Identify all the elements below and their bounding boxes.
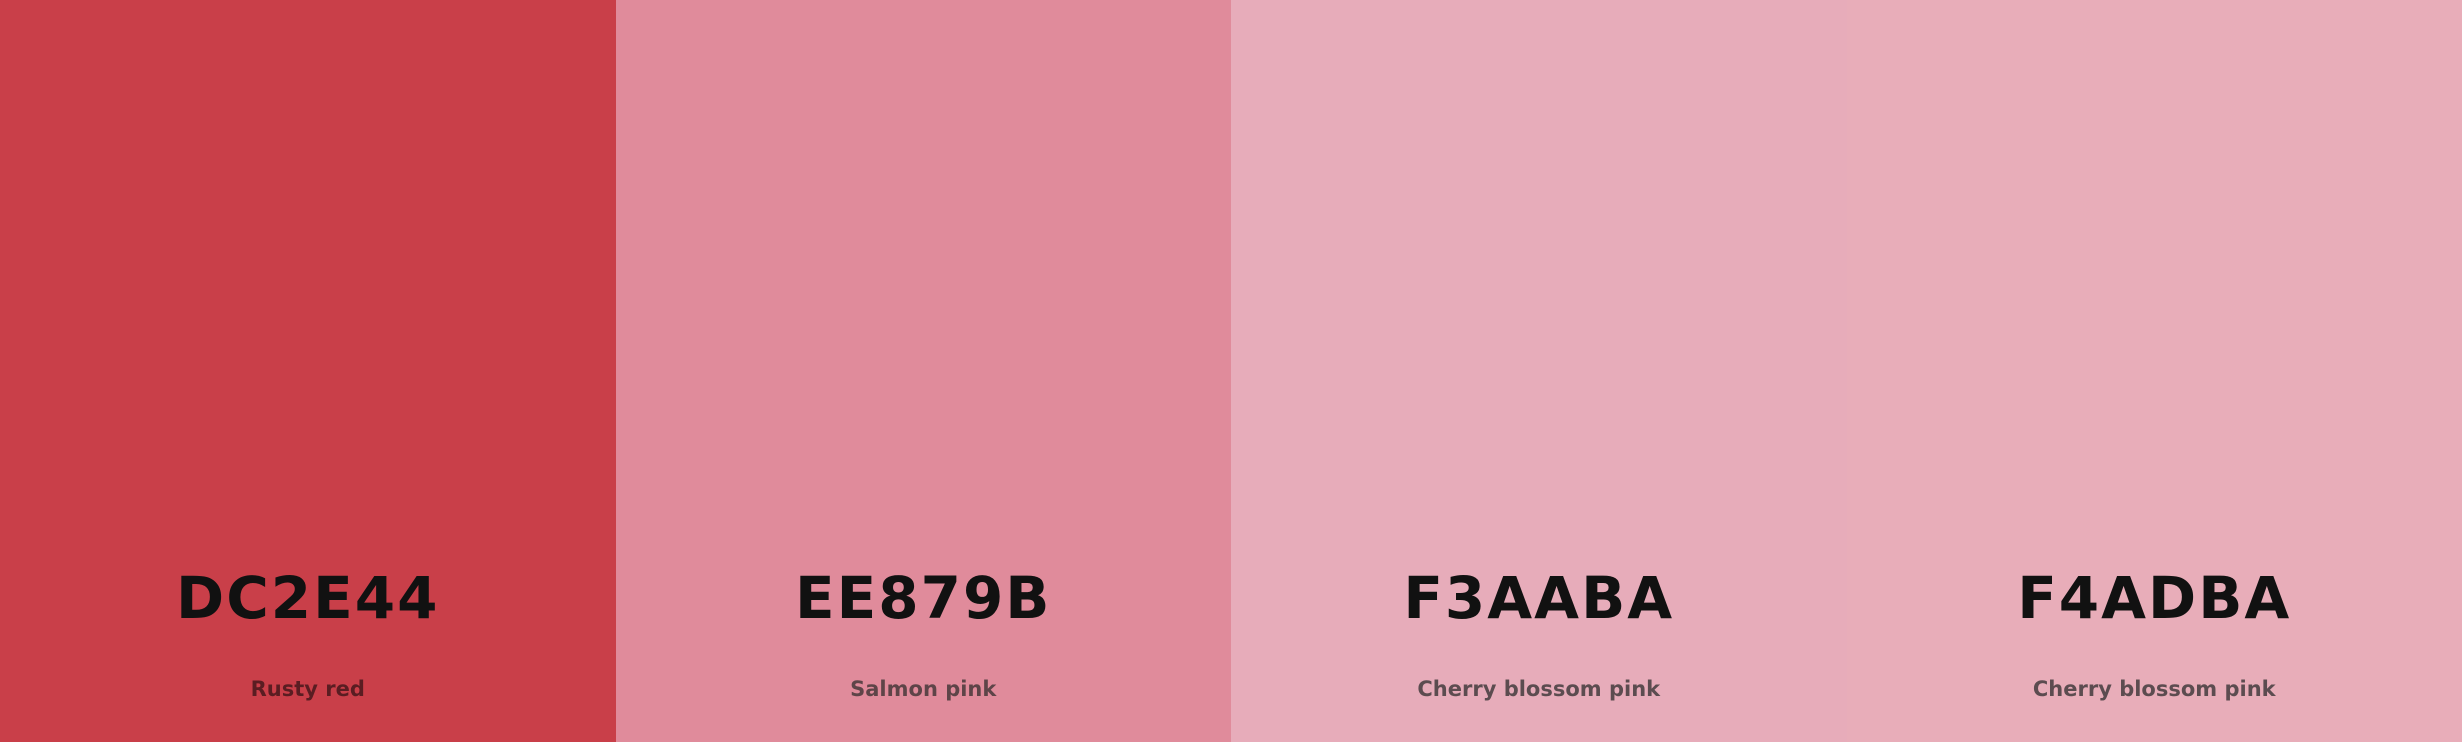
swatch-2: EE879B Salmon pink [615, 0, 1231, 742]
swatch-4: F4ADBA Cherry blossom pink [1846, 0, 2462, 742]
hex-code: F3AABA [1403, 564, 1675, 632]
swatch-3: F3AABA Cherry blossom pink [1231, 0, 1847, 742]
color-name: Cherry blossom pink [2032, 677, 2276, 701]
hex-code: EE879B [794, 564, 1052, 632]
hex-code: F4ADBA [2017, 564, 2292, 632]
color-palette: DC2E44 Rusty red EE879B Salmon pink F3AA… [0, 0, 2462, 742]
color-name: Rusty red [250, 677, 365, 701]
color-name: Salmon pink [850, 677, 997, 701]
hex-code: DC2E44 [176, 564, 440, 632]
color-name: Cherry blossom pink [1417, 677, 1661, 701]
swatch-1: DC2E44 Rusty red [0, 0, 616, 742]
